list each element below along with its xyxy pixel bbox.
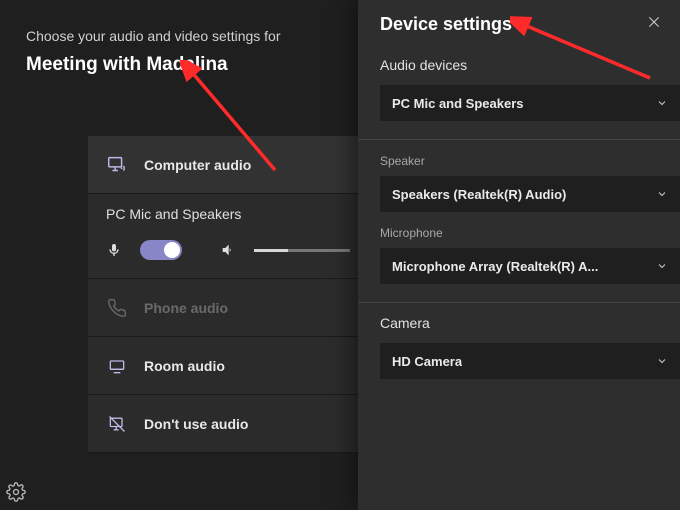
option-label: Don't use audio — [144, 416, 248, 432]
microphone-dropdown[interactable]: Microphone Array (Realtek(R) A... — [380, 248, 680, 284]
volume-slider[interactable] — [254, 249, 350, 252]
speaker-dropdown[interactable]: Speakers (Realtek(R) Audio) — [380, 176, 680, 212]
camera-dropdown[interactable]: HD Camera — [380, 343, 680, 379]
divider — [358, 139, 680, 140]
speaker-icon — [220, 242, 236, 258]
camera-label: Camera — [380, 315, 680, 331]
chevron-down-icon — [656, 188, 668, 200]
device-summary: PC Mic and Speakers — [106, 206, 350, 222]
option-label: Room audio — [144, 358, 225, 374]
controls-row — [106, 240, 350, 260]
chevron-down-icon — [656, 97, 668, 109]
room-icon — [106, 355, 128, 377]
chevron-down-icon — [656, 260, 668, 272]
option-label: Phone audio — [144, 300, 228, 316]
volume-fill — [254, 249, 288, 252]
device-settings-panel: Device settings Audio devices PC Mic and… — [358, 0, 680, 510]
chevron-down-icon — [656, 355, 668, 367]
dropdown-value: HD Camera — [392, 354, 462, 369]
dropdown-value: Microphone Array (Realtek(R) A... — [392, 259, 598, 274]
phone-icon — [106, 297, 128, 319]
settings-gear-icon[interactable] — [6, 482, 26, 502]
panel-title: Device settings — [380, 14, 680, 35]
option-dont-use-audio[interactable]: Don't use audio — [88, 395, 368, 453]
toggle-knob — [164, 242, 180, 258]
mic-toggle[interactable] — [140, 240, 182, 260]
speaker-label: Speaker — [380, 154, 680, 168]
prompt-text: Choose your audio and video settings for — [26, 28, 358, 44]
audio-device-dropdown[interactable]: PC Mic and Speakers — [380, 85, 680, 121]
no-audio-icon — [106, 413, 128, 435]
option-computer-audio[interactable]: Computer audio — [88, 136, 368, 194]
microphone-icon — [106, 242, 122, 258]
dropdown-value: Speakers (Realtek(R) Audio) — [392, 187, 566, 202]
audio-options-list: Computer audio PC Mic and Speakers — [88, 136, 368, 453]
close-button[interactable] — [646, 14, 666, 34]
option-label: Computer audio — [144, 157, 251, 173]
option-phone-audio[interactable]: Phone audio — [88, 279, 368, 337]
meeting-title: Meeting with Madalina — [26, 54, 358, 76]
pre-join-area: Choose your audio and video settings for… — [0, 0, 358, 510]
computer-audio-icon — [106, 154, 128, 176]
microphone-label: Microphone — [380, 226, 680, 240]
computer-audio-subpanel: PC Mic and Speakers — [88, 194, 368, 279]
dropdown-value: PC Mic and Speakers — [392, 96, 524, 111]
audio-devices-label: Audio devices — [380, 57, 680, 73]
divider — [358, 302, 680, 303]
option-room-audio[interactable]: Room audio — [88, 337, 368, 395]
